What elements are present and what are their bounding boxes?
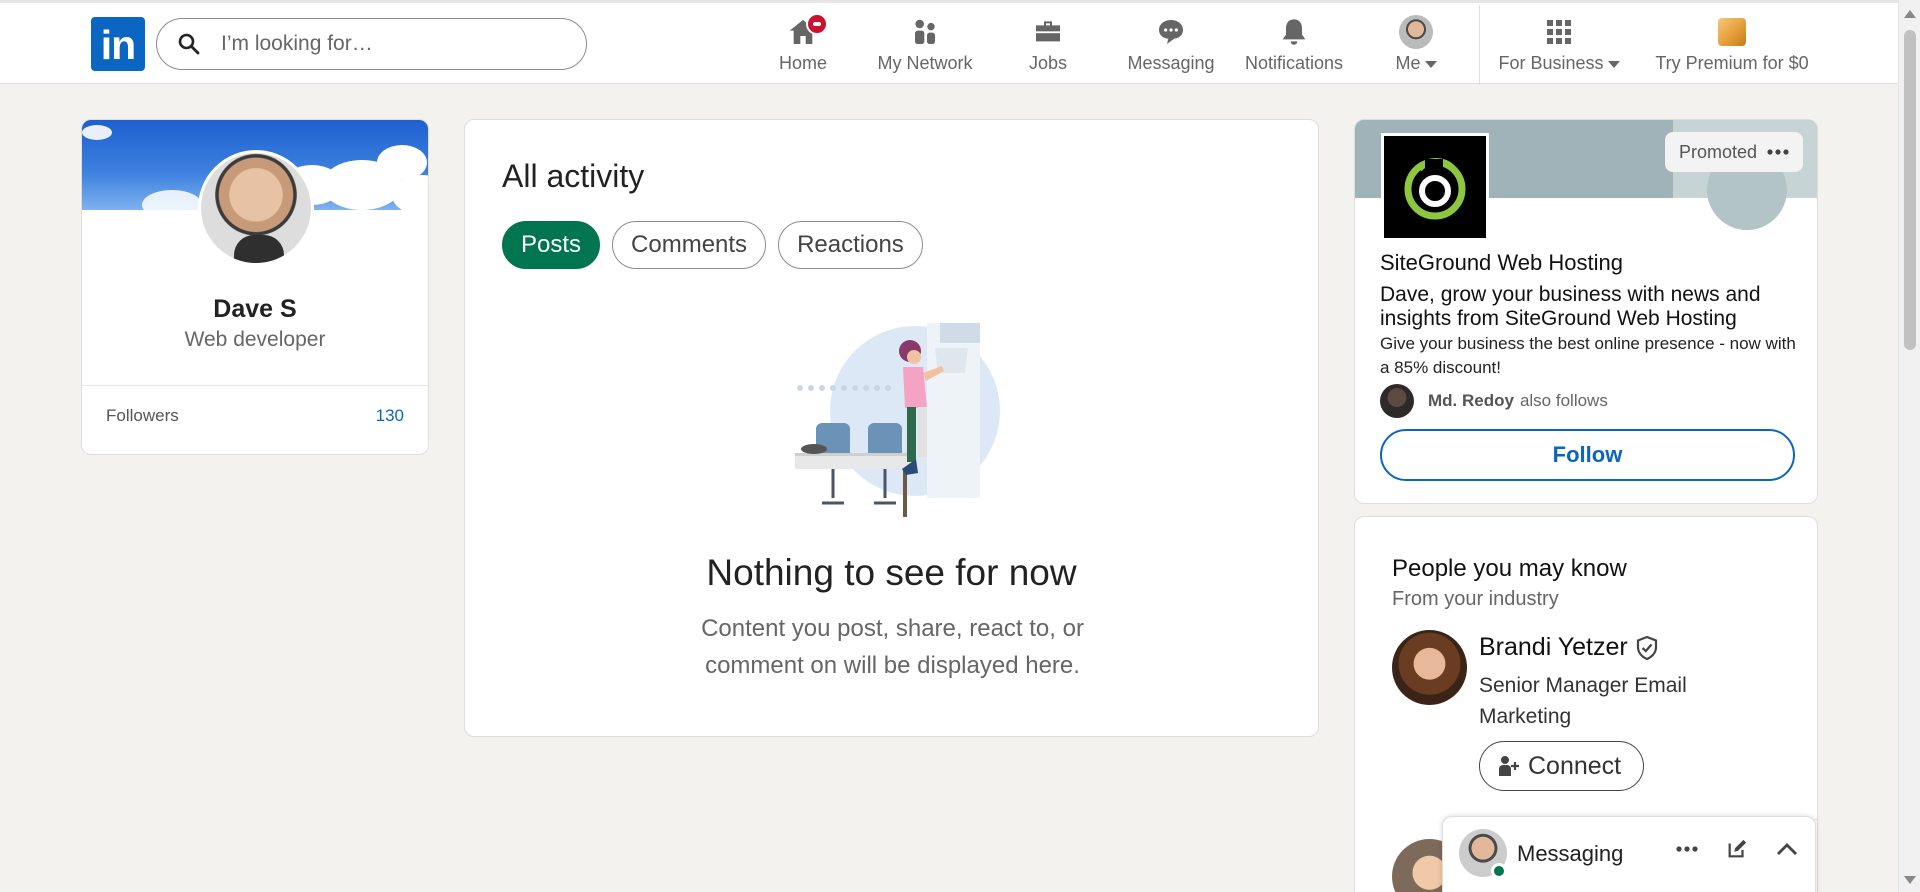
suggestion-name-row[interactable]: Brandi Yetzer xyxy=(1479,633,1658,662)
suggestion-avatar[interactable] xyxy=(1392,630,1467,705)
search-bar[interactable] xyxy=(156,18,587,70)
social-proof-suffix: also follows xyxy=(1519,391,1608,410)
suggestion-name[interactable]: Brandi Yetzer xyxy=(1479,633,1628,662)
tab-comments[interactable]: Comments xyxy=(612,221,767,269)
profile-name[interactable]: Dave S xyxy=(82,295,428,324)
top-navigation: in Home My Network Jobs Messaging xyxy=(0,0,1898,85)
notification-badge xyxy=(806,13,828,35)
connect-button[interactable]: Connect xyxy=(1479,741,1645,791)
grid-icon xyxy=(1547,20,1571,44)
nav-notifications-label: Notifications xyxy=(1244,53,1344,73)
profile-headline: Web developer xyxy=(184,328,326,351)
tab-reactions[interactable]: Reactions xyxy=(778,221,923,269)
page-scrollbar[interactable] xyxy=(1898,0,1920,892)
nav-messaging[interactable]: Messaging xyxy=(1126,13,1216,77)
follow-button[interactable]: Follow xyxy=(1380,429,1795,481)
ad-headline: Dave, grow your business with news and i… xyxy=(1380,283,1761,330)
social-proof-name: Md. Redoy xyxy=(1428,391,1514,410)
tab-posts[interactable]: Posts xyxy=(502,221,601,269)
online-status-indicator xyxy=(1491,863,1507,879)
scrollbar-thumb[interactable] xyxy=(1904,30,1916,350)
nav-jobs-label: Jobs xyxy=(1028,53,1068,73)
nav-me[interactable]: Me xyxy=(1391,13,1441,77)
search-input[interactable] xyxy=(221,32,551,56)
nav-notifications[interactable]: Notifications xyxy=(1240,13,1348,77)
nav-home-label: Home xyxy=(778,53,827,73)
nav-me-label: Me xyxy=(1395,53,1421,73)
promoted-label: Promoted xyxy=(1664,132,1803,172)
empty-state-illustration xyxy=(795,323,1000,517)
activity-tabs: Posts Comments Reactions xyxy=(502,221,923,269)
nav-try-premium[interactable]: Try Premium for $0 xyxy=(1654,13,1810,77)
briefcase-icon xyxy=(1036,21,1060,42)
promoted-text: Promoted xyxy=(1678,141,1757,162)
social-proof: Md. Redoy also follows xyxy=(1380,384,1608,418)
verified-shield-icon xyxy=(1636,635,1657,660)
empty-state-title: Nothing to see for now xyxy=(706,552,1077,593)
add-person-icon xyxy=(1499,756,1519,776)
nav-try-premium-label: Try Premium for $0 xyxy=(1655,53,1809,73)
messaging-dock[interactable]: Messaging xyxy=(1442,816,1816,892)
nav-jobs[interactable]: Jobs xyxy=(1026,13,1070,77)
nav-home[interactable]: Home xyxy=(774,13,832,77)
nav-messaging-label: Messaging xyxy=(1127,53,1215,73)
nav-for-business[interactable]: For Business xyxy=(1498,13,1620,77)
search-icon xyxy=(178,33,200,55)
profile-card: Dave S Web developer Followers 130 xyxy=(81,119,429,455)
connection-avatar xyxy=(1380,384,1414,418)
more-options-icon[interactable] xyxy=(1673,835,1701,863)
activity-card: All activity Posts Comments Reactions No… xyxy=(464,119,1319,737)
nav-for-business-label: For Business xyxy=(1498,53,1604,73)
caret-down-icon xyxy=(1607,60,1620,68)
nav-my-network[interactable]: My Network xyxy=(873,13,977,77)
more-options-icon[interactable] xyxy=(1767,148,1789,156)
ad-company-name[interactable]: SiteGround Web Hosting xyxy=(1380,250,1623,276)
premium-icon xyxy=(1718,18,1746,46)
profile-avatar[interactable] xyxy=(198,150,314,266)
promoted-ad-card: Promoted SiteGround Web Hosting Dave, gr… xyxy=(1354,119,1818,504)
empty-state-description: Content you post, share, react to, or co… xyxy=(701,615,1084,679)
chat-icon xyxy=(1159,20,1183,44)
connect-label: Connect xyxy=(1528,751,1622,780)
network-icon xyxy=(915,19,935,44)
scroll-up-arrow-icon[interactable] xyxy=(1904,10,1916,18)
nav-divider xyxy=(1479,5,1480,85)
suggestion-headline: Senior Manager Email Marketing xyxy=(1479,674,1687,728)
caret-down-icon xyxy=(1424,60,1437,68)
followers-stat[interactable]: Followers 130 xyxy=(106,406,404,426)
nav-my-network-label: My Network xyxy=(877,53,973,73)
siteground-logo[interactable] xyxy=(1381,133,1489,241)
followers-count: 130 xyxy=(375,406,404,425)
linkedin-logo[interactable]: in xyxy=(91,17,145,71)
pymk-subtitle: From your industry xyxy=(1392,588,1559,610)
scroll-down-arrow-icon[interactable] xyxy=(1904,876,1916,884)
compose-icon[interactable] xyxy=(1723,835,1751,863)
pymk-title: People you may know xyxy=(1392,555,1627,582)
messaging-title[interactable]: Messaging xyxy=(1517,841,1623,867)
me-avatar xyxy=(1399,15,1433,49)
bell-icon xyxy=(1282,19,1306,45)
ad-body-text: Give your business the best online prese… xyxy=(1380,334,1796,377)
messaging-actions xyxy=(1673,835,1801,863)
activity-title: All activity xyxy=(502,158,645,194)
chevron-up-icon[interactable] xyxy=(1773,835,1801,863)
followers-label: Followers xyxy=(106,406,179,425)
divider xyxy=(82,385,428,386)
siteground-icon xyxy=(1404,158,1466,220)
